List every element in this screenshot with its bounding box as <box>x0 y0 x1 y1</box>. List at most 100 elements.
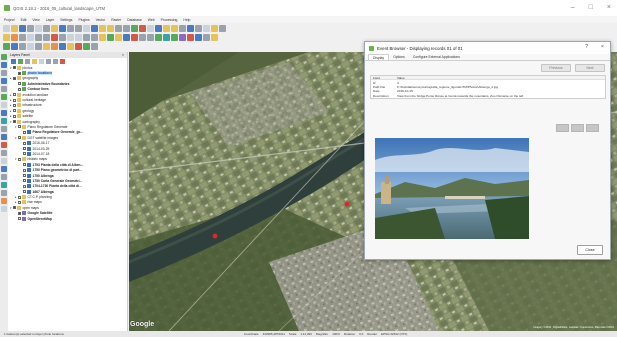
add-wcs-icon[interactable] <box>83 43 90 50</box>
db-manager-icon[interactable] <box>203 34 210 41</box>
digitize-point-icon[interactable] <box>1 54 7 60</box>
zoom-next-icon[interactable] <box>123 25 130 32</box>
visibility-checkbox[interactable] <box>23 130 26 134</box>
menu-settings[interactable]: Settings <box>60 18 72 22</box>
merge-icon[interactable] <box>1 102 7 108</box>
visibility-checkbox[interactable] <box>18 157 21 161</box>
pan-map-icon[interactable] <box>51 25 58 32</box>
visibility-checkbox[interactable] <box>18 82 21 86</box>
menu-view[interactable]: View <box>32 18 39 22</box>
expand-all-icon[interactable] <box>46 59 51 64</box>
visibility-checkbox[interactable] <box>18 71 21 75</box>
menu-layer[interactable]: Layer <box>46 18 54 22</box>
collapse-all-icon[interactable] <box>53 59 58 64</box>
scale-value[interactable]: 1:11,393 <box>300 332 311 336</box>
menu-web[interactable]: Web <box>148 18 155 22</box>
dialog-close-icon[interactable]: × <box>601 44 604 50</box>
visibility-checkbox[interactable] <box>18 211 21 215</box>
new-project-icon[interactable] <box>3 25 10 32</box>
simplify-icon[interactable] <box>1 134 7 140</box>
deselect-icon[interactable] <box>179 25 186 32</box>
visibility-checkbox[interactable] <box>23 184 26 188</box>
rotate-icon[interactable] <box>1 126 7 132</box>
pin-labels-icon[interactable] <box>107 34 114 41</box>
visibility-checkbox[interactable] <box>18 136 21 140</box>
visibility-checkbox[interactable] <box>23 168 26 172</box>
visibility-checkbox[interactable] <box>23 179 26 183</box>
new-map-view-icon[interactable] <box>131 25 138 32</box>
zoom-in-icon[interactable] <box>67 25 74 32</box>
toggle-editing-icon[interactable] <box>11 34 18 41</box>
visibility-checkbox[interactable] <box>23 163 26 167</box>
zoom-selection-icon[interactable] <box>99 25 106 32</box>
cut-features-icon[interactable] <box>59 34 66 41</box>
new-geopackage-icon[interactable] <box>59 43 66 50</box>
visibility-checkbox[interactable] <box>13 206 16 210</box>
identify-icon[interactable] <box>155 25 162 32</box>
add-wms-icon[interactable] <box>35 43 42 50</box>
manage-visibility-icon[interactable] <box>25 59 30 64</box>
map-tips-icon[interactable] <box>211 25 218 32</box>
snapping-icon[interactable] <box>1 182 7 188</box>
close-panel-icon[interactable]: × <box>122 52 124 58</box>
copy-features-icon[interactable] <box>67 34 74 41</box>
show-hide-labels-icon[interactable] <box>147 34 154 41</box>
trace-icon[interactable] <box>1 190 7 196</box>
add-spatialite-icon[interactable] <box>27 43 34 50</box>
visibility-checkbox[interactable] <box>23 190 26 194</box>
visibility-checkbox[interactable] <box>18 195 21 199</box>
save-project-icon[interactable] <box>19 25 26 32</box>
menu-processing[interactable]: Processing <box>161 18 178 22</box>
add-part-icon[interactable] <box>1 166 7 172</box>
move-label-icon[interactable] <box>123 34 130 41</box>
zoom-full-icon[interactable] <box>91 25 98 32</box>
undo-icon[interactable] <box>83 34 90 41</box>
close-window-button[interactable]: × <box>607 4 611 11</box>
split-icon[interactable] <box>1 94 7 100</box>
add-wfs-icon[interactable] <box>75 43 82 50</box>
visibility-checkbox[interactable] <box>18 87 21 91</box>
menu-edit[interactable]: Edit <box>21 18 27 22</box>
menu-project[interactable]: Project <box>4 18 15 22</box>
layer-tree-item[interactable]: OpenStreetMap <box>10 216 127 221</box>
new-bookmark-icon[interactable] <box>139 25 146 32</box>
coordinate-value[interactable]: 433965,4879011 <box>263 332 285 336</box>
menu-plugins[interactable]: Plugins <box>78 18 89 22</box>
add-feature-icon[interactable] <box>27 34 34 41</box>
next-image-button[interactable] <box>586 124 599 132</box>
digitize-polygon-icon[interactable] <box>1 70 7 76</box>
visibility-checkbox[interactable] <box>13 98 16 102</box>
visibility-checkbox[interactable] <box>18 217 21 221</box>
redo-icon[interactable] <box>91 34 98 41</box>
new-shapefile-icon[interactable] <box>51 43 58 50</box>
table-row[interactable]: Description View from the bridge Ponte R… <box>371 94 605 98</box>
zoom-last-icon[interactable] <box>115 25 122 32</box>
event-browser-icon[interactable] <box>171 34 178 41</box>
open-project-icon[interactable] <box>11 25 18 32</box>
statistics-icon[interactable] <box>195 25 202 32</box>
magnifier-value[interactable]: 100% <box>332 332 340 336</box>
new-temp-layer-icon[interactable] <box>67 43 74 50</box>
select-features-icon[interactable] <box>163 25 170 32</box>
first-image-button[interactable] <box>556 124 569 132</box>
visibility-checkbox[interactable] <box>13 103 16 107</box>
visibility-checkbox[interactable] <box>13 66 16 70</box>
menu-database[interactable]: Database <box>127 18 142 22</box>
menu-help[interactable]: Help <box>183 18 190 22</box>
remove-layer-group-icon[interactable] <box>60 59 65 64</box>
visibility-checkbox[interactable] <box>13 109 16 113</box>
gps-tools-icon[interactable] <box>195 34 202 41</box>
composer-manager-icon[interactable] <box>43 25 50 32</box>
vertex-icon[interactable] <box>1 86 7 92</box>
previous-button[interactable]: Previous <box>541 64 571 72</box>
add-vector-layer-icon[interactable] <box>3 43 10 50</box>
minimize-button[interactable]: – <box>571 4 575 11</box>
select-by-value-icon[interactable] <box>171 25 178 32</box>
delete-ring-icon[interactable] <box>1 142 7 148</box>
attribute-table-icon[interactable] <box>187 25 194 32</box>
reshape-icon[interactable] <box>1 110 7 116</box>
crs-button[interactable]: EPSG:32632 (OTF) <box>381 332 407 336</box>
visibility-checkbox[interactable] <box>13 120 16 124</box>
offset-icon[interactable] <box>1 118 7 124</box>
menu-vector[interactable]: Vector <box>96 18 106 22</box>
